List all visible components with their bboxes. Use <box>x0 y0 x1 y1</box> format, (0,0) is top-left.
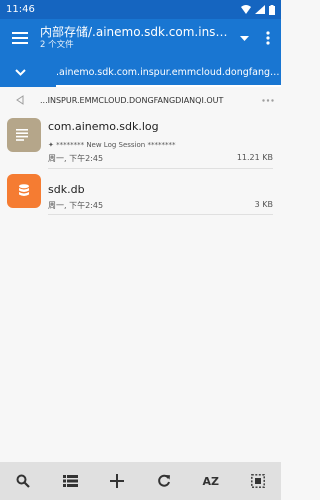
tab-current-folder[interactable]: .ainemo.sdk.com.inspur.emmcloud.dongfang… <box>40 57 281 87</box>
wifi-icon <box>241 5 251 14</box>
breadcrumb-more-button[interactable] <box>255 98 281 102</box>
select-all-icon <box>250 474 265 488</box>
file-item-log[interactable]: com.ainemo.sdk.log ✦ ******** New Log Se… <box>0 113 281 169</box>
page-title: 内部存储/.ainemo.sdk.com.inspur.emmcloud.don… <box>40 25 233 39</box>
list-view-icon <box>62 475 78 487</box>
menu-button[interactable] <box>0 19 40 57</box>
refresh-button[interactable] <box>149 466 179 496</box>
breadcrumb-back-button[interactable] <box>0 95 40 105</box>
file-item-db[interactable]: sdk.db 周一, 下午2:45 3 KB <box>0 169 281 225</box>
file-name: sdk.db <box>48 183 85 196</box>
path-dropdown-button[interactable] <box>233 19 255 57</box>
hamburger-icon <box>12 32 28 44</box>
file-date: 周一, 下午2:45 <box>48 201 104 210</box>
document-icon <box>7 118 41 152</box>
expand-tabs-button[interactable] <box>0 57 40 87</box>
tab-label: .ainemo.sdk.com.inspur.emmcloud.dongfang… <box>56 66 281 78</box>
search-icon <box>16 474 31 488</box>
file-count: 2 个文件 <box>40 40 74 50</box>
status-time: 11:46 <box>6 4 35 15</box>
sort-button[interactable]: AZ <box>196 466 226 496</box>
breadcrumb: ...INSPUR.EMMCLOUD.DONGFANGDIANQI.OUT <box>0 89 281 111</box>
plus-icon <box>110 474 125 488</box>
database-icon <box>7 174 41 208</box>
triangle-left-icon <box>16 95 24 105</box>
refresh-icon <box>158 474 170 487</box>
file-preview: ✦ ******** New Log Session ******** <box>48 141 176 149</box>
battery-icon <box>269 4 275 15</box>
title-block[interactable]: 内部存储/.ainemo.sdk.com.inspur.emmcloud.don… <box>40 25 233 51</box>
status-bar: 11:46 <box>0 0 281 19</box>
select-button[interactable] <box>243 466 273 496</box>
breadcrumb-path[interactable]: ...INSPUR.EMMCLOUD.DONGFANGDIANQI.OUT <box>40 96 255 105</box>
bottom-toolbar: AZ <box>0 462 281 500</box>
chevron-down-icon <box>14 68 26 76</box>
divider <box>48 214 273 215</box>
file-size: 3 KB <box>254 200 273 209</box>
app-bar: 内部存储/.ainemo.sdk.com.inspur.emmcloud.don… <box>0 19 281 57</box>
file-date: 周一, 下午2:45 <box>48 154 104 163</box>
tab-indicator <box>56 85 281 87</box>
view-mode-button[interactable] <box>55 466 85 496</box>
more-horiz-icon <box>262 98 274 102</box>
dropdown-arrow-icon <box>239 35 249 41</box>
file-name: com.ainemo.sdk.log <box>48 120 159 133</box>
signal-icon <box>255 5 265 14</box>
overflow-menu-button[interactable] <box>255 19 281 57</box>
file-list: com.ainemo.sdk.log ✦ ******** New Log Se… <box>0 113 281 225</box>
add-button[interactable] <box>102 466 132 496</box>
file-size: 11.21 KB <box>236 153 273 162</box>
search-button[interactable] <box>8 466 38 496</box>
more-vert-icon <box>266 31 270 45</box>
tab-bar: .ainemo.sdk.com.inspur.emmcloud.dongfang… <box>0 57 281 87</box>
